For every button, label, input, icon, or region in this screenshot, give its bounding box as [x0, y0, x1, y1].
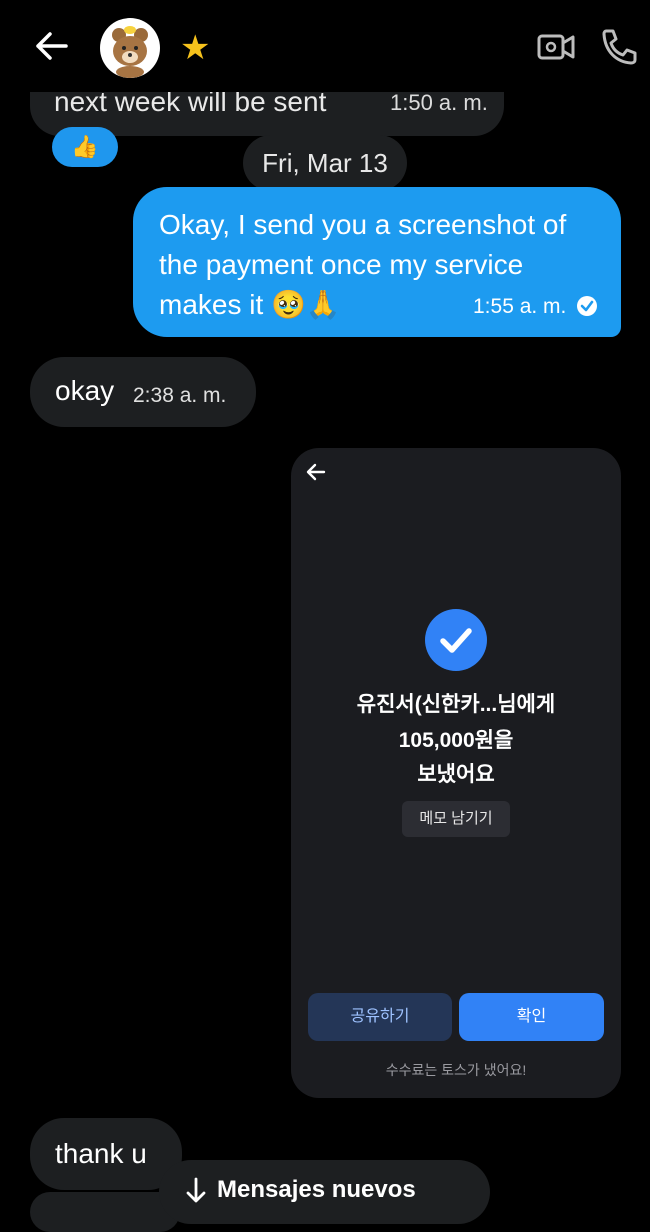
- success-check-icon: [425, 609, 487, 671]
- sent-line: 보냈어요: [417, 763, 495, 786]
- payment-screenshot-image[interactable]: 유진서(신한카...님에게 105,000원을 보냈어요 메모 남기기 공유하기…: [291, 448, 621, 1098]
- bear-avatar-icon: [112, 26, 148, 78]
- new-messages-button[interactable]: Mensajes nuevos: [159, 1160, 490, 1224]
- video-camera-icon: [537, 34, 575, 60]
- incoming-message-bubble[interactable]: thank u: [30, 1118, 182, 1190]
- confirm-button: 확인: [459, 993, 604, 1041]
- contact-avatar[interactable]: [100, 18, 160, 78]
- voice-call-button[interactable]: [598, 26, 642, 66]
- video-call-button[interactable]: [536, 28, 576, 64]
- incoming-message-bubble[interactable]: okay 2:38 a. m.: [30, 357, 256, 427]
- back-button[interactable]: [30, 26, 74, 66]
- incoming-message-time: 2:38 a. m.: [133, 384, 227, 407]
- previous-message-time: 1:50 a. m.: [390, 90, 488, 115]
- outgoing-message-time: 1:55 a. m.: [473, 295, 567, 318]
- read-check-icon: [577, 296, 597, 316]
- date-divider: Fri, Mar 13: [243, 135, 407, 191]
- arrow-left-icon: [306, 463, 326, 481]
- recipient-line: 유진서(신한카...님에게: [356, 693, 556, 716]
- incoming-message-text: okay: [55, 375, 115, 406]
- outgoing-message-bubble[interactable]: Okay, I send you a screenshot of the pay…: [133, 187, 621, 337]
- phone-icon: [602, 29, 637, 65]
- incoming-message-text: thank u: [55, 1138, 147, 1169]
- memo-button: 메모 남기기: [402, 801, 510, 837]
- incoming-message-bubble-partial[interactable]: [30, 1192, 180, 1232]
- share-button: 공유하기: [308, 993, 452, 1041]
- fee-note: 수수료는 토스가 냈어요!: [385, 1062, 527, 1078]
- favorite-star-icon[interactable]: ★: [180, 28, 210, 68]
- arrow-left-icon: [36, 32, 68, 60]
- thumbs-up-reaction[interactable]: 👍: [52, 127, 118, 167]
- amount-line: 105,000원을: [398, 729, 514, 752]
